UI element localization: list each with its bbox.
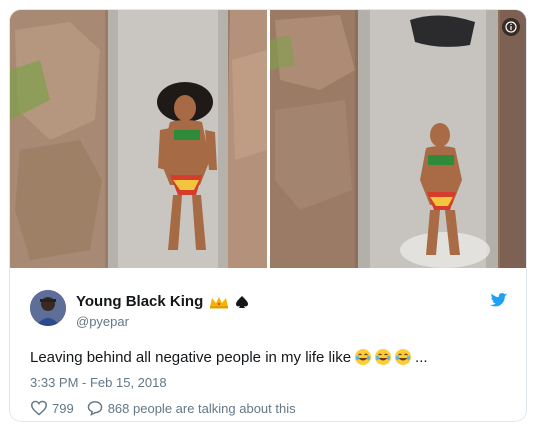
tweet-text-suffix: ... (415, 348, 428, 366)
crown-icon (209, 295, 229, 309)
timestamp[interactable]: 3:33 PM - Feb 15, 2018 (30, 375, 167, 390)
tweet-emojis (354, 348, 412, 366)
media-photo-2[interactable] (270, 10, 526, 268)
heart-icon (30, 400, 48, 416)
handle[interactable]: @pyepar (76, 314, 129, 329)
display-name[interactable]: Young Black King (76, 293, 203, 310)
speech-bubble-icon (87, 401, 102, 416)
tweet-actions: 799 868 people are talking about this (30, 400, 308, 416)
reply-link[interactable]: 868 people are talking about this (86, 400, 296, 416)
reply-text: 868 people are talking about this (107, 400, 296, 416)
tweet-text-content: Leaving behind all negative people in my… (30, 348, 352, 366)
spade-icon (235, 295, 249, 309)
tweet-text: Leaving behind all negative people in my… (30, 348, 428, 366)
like-button[interactable]: 799 (30, 400, 74, 416)
laughing-emoji-icon (375, 349, 392, 365)
twitter-bird-icon[interactable] (490, 293, 508, 313)
avatar[interactable] (30, 290, 66, 326)
media-photo-1[interactable] (10, 10, 267, 268)
laughing-emoji-icon (355, 349, 372, 365)
tweet-body: Young Black King @pyepar Leaving behind … (10, 268, 526, 421)
info-icon[interactable] (502, 18, 520, 36)
name-row: Young Black King (76, 293, 249, 310)
tweet-media[interactable] (10, 10, 526, 268)
tweet-card[interactable]: Young Black King @pyepar Leaving behind … (9, 9, 527, 422)
like-count: 799 (52, 400, 74, 416)
laughing-emoji-icon (395, 349, 412, 365)
